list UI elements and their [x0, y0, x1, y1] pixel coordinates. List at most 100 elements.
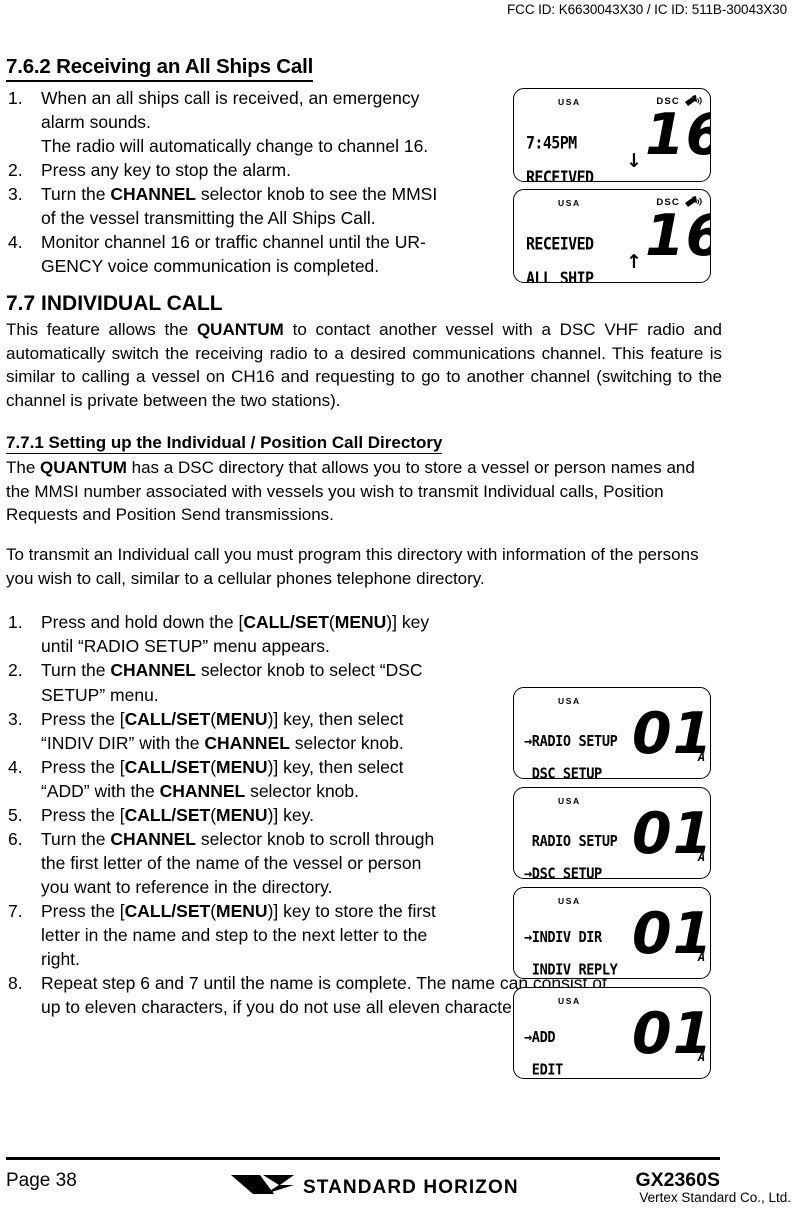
step-item: 1. Press and hold down the [CALL/SET(MEN…	[6, 610, 499, 634]
step-item: right.	[6, 947, 499, 971]
step-number: 6.	[8, 828, 23, 849]
step-number: 1.	[8, 87, 23, 108]
section-7-6-2-steps: 1. When an all ships call is received, a…	[6, 86, 499, 279]
step-text-pre: Turn the	[41, 828, 111, 849]
step-text-pre: “ADD” with the	[41, 780, 160, 801]
vs-chevron-icon	[230, 1172, 296, 1203]
step-text: The radio will automatically change to c…	[41, 135, 429, 156]
lcd-menu-item: DSC SETUP	[524, 764, 602, 779]
lcd-menu-item: RADIO SETUP	[524, 832, 618, 851]
step-item: 5. Press the [CALL/SET(MENU)] key.	[6, 803, 499, 827]
lcd-all-ships-call-2: USA DSC RECEIVED ALL SHIP URGENCY 123456…	[513, 189, 711, 283]
step-text: letter in the name and step to the next …	[41, 925, 428, 946]
lcd-menu-lines: →RADIO SETUP DSC SETUP EXIT	[524, 717, 618, 779]
brand-name: STANDARD HORIZON	[303, 1176, 519, 1198]
lcd-channel-number: 16	[645, 203, 710, 269]
step-text: alarm sounds.	[41, 111, 151, 132]
lcd-dsc-setup-menu: USA RADIO SETUP →DSC SETUP EXIT 01 A	[513, 787, 711, 879]
lcd-usa-indicator: USA	[558, 796, 581, 806]
step-text-pre: Press the [	[41, 804, 125, 825]
lcd-usa-indicator: USA	[558, 97, 581, 107]
fcc-id-header: FCC ID: K6630043X30 / IC ID: 511B-30043X…	[507, 2, 787, 17]
callset-key-label: CALL/SET	[243, 612, 329, 633]
step-item: 1. When an all ships call is received, a…	[6, 86, 499, 110]
step-text: GENCY voice communication is completed.	[41, 255, 380, 276]
step-text: Press any key to stop the alarm.	[41, 159, 291, 180]
model-number: GX2360S	[635, 1169, 720, 1191]
callset-key-label: CALL/SET	[124, 804, 211, 825]
section-7-7-1-paragraph-1: The QUANTUM has a DSC directory that all…	[6, 456, 722, 527]
callset-key-label: CALL/SET	[124, 708, 211, 729]
menu-key-label: MENU	[216, 756, 268, 777]
step-text-post: )] key, then select	[267, 756, 404, 777]
lcd-menu-item-selected: →ADD	[524, 1028, 556, 1047]
channel-knob-label: CHANNEL	[110, 660, 196, 681]
step-number: 4.	[8, 231, 23, 252]
step-item: 2. Turn the CHANNEL selector knob to sel…	[6, 658, 499, 682]
step-text-pre: “INDIV DIR” with the	[41, 732, 205, 753]
menu-key-label: MENU	[334, 612, 387, 633]
step-text: of the vessel transmitting the All Ships…	[41, 207, 376, 228]
step-number: 7.	[8, 901, 23, 922]
step-item: alarm sounds.	[6, 110, 499, 134]
lcd-menu-item: EDIT	[524, 1060, 564, 1079]
step-item: letter in the name and step to the next …	[6, 923, 499, 947]
step-text: you want to reference in the directory.	[41, 877, 333, 898]
step-text-post: )] key.	[267, 804, 314, 825]
paragraph-text-pre: The	[6, 458, 41, 478]
section-7-7-1-steps: 1. Press and hold down the [CALL/SET(MEN…	[6, 610, 607, 1019]
step-text-pre: Press the [	[41, 756, 125, 777]
step-item: you want to reference in the directory.	[6, 875, 499, 899]
callset-key-label: CALL/SET	[124, 756, 211, 777]
channel-knob-label: CHANNEL	[159, 780, 246, 801]
channel-knob-label: CHANNEL	[110, 828, 196, 849]
step-text-post: selector knob to see the MMSI	[195, 183, 438, 204]
quantum-label: QUANTUM	[196, 320, 284, 340]
lcd-line: RECEIVED	[526, 166, 594, 182]
step-item: “ADD” with the CHANNEL selector knob.	[6, 779, 499, 803]
step-item: 3. Turn the CHANNEL selector knob to see…	[6, 182, 499, 206]
lcd-menu-lines: →INDIV DIR INDIV REPLY INDIV ACK INDIV R…	[524, 913, 618, 978]
step-number: 4.	[8, 756, 23, 777]
step-number: 2.	[8, 159, 23, 180]
step-item: until “RADIO SETUP” menu appears.	[6, 634, 499, 658]
lcd-line: RECEIVED	[526, 233, 594, 254]
lcd-all-ships-call-1: USA DSC 7:45PM RECEIVED ALL SHIP URGENCY…	[513, 88, 711, 182]
step-item: of the vessel transmitting the All Ships…	[6, 206, 499, 230]
lcd-channel-suffix: A	[698, 1050, 706, 1064]
step-text-pre: Press the [	[41, 901, 125, 922]
step-text-pre: Turn the	[41, 660, 111, 681]
section-7-7-1-heading: 7.7.1 Setting up the Individual / Positi…	[6, 433, 443, 455]
step-item: 4. Monitor channel 16 or traffic channel…	[6, 230, 499, 254]
lcd-menu-item-selected: →RADIO SETUP	[524, 732, 618, 751]
step-item: 3. Press the [CALL/SET(MENU)] key, then …	[6, 707, 499, 731]
menu-key-label: MENU	[216, 804, 268, 825]
lcd-text-lines: RECEIVED ALL SHIP URGENCY 123456789	[526, 218, 602, 282]
lcd-menu-item-selected: →INDIV DIR	[524, 928, 602, 947]
step-number: 2.	[8, 660, 23, 681]
lcd-channel-suffix: A	[698, 750, 706, 764]
page-footer: Page 38 STANDARD HORIZON GX2360S	[6, 1164, 720, 1210]
step-item: GENCY voice communication is completed.	[6, 254, 499, 278]
step-text: until “RADIO SETUP” menu appears.	[41, 636, 330, 657]
paragraph-text-pre: This feature allows the	[6, 320, 197, 340]
section-7-7-1-paragraph-2: To transmit an Individual call you must …	[6, 545, 699, 588]
menu-key-label: MENU	[216, 708, 268, 729]
footer-divider	[6, 1157, 720, 1160]
step-text-post: )] key, then select	[267, 708, 404, 729]
lcd-channel-suffix: A	[698, 950, 706, 964]
lcd-channel-number: 16	[645, 102, 710, 168]
lcd-indiv-dir-menu: USA →INDIV DIR INDIV REPLY INDIV ACK IND…	[513, 887, 711, 979]
lcd-up-arrow-icon: ↑	[626, 251, 642, 273]
step-item: 4. Press the [CALL/SET(MENU)] key, then …	[6, 755, 499, 779]
step-text-post: selector knob to scroll through	[195, 828, 435, 849]
lcd-menu-lines: RADIO SETUP →DSC SETUP EXIT	[524, 817, 618, 878]
lcd-usa-indicator: USA	[558, 896, 581, 906]
page-number: Page 38	[6, 1170, 77, 1191]
lcd-add-edit-delete-menu: USA →ADD EDIT DELETE EXIT 01 A	[513, 987, 711, 1079]
section-7-7-heading: 7.7 INDIVIDUAL CALL	[6, 292, 223, 316]
quantum-label: QUANTUM	[40, 458, 127, 478]
step-text-post: )] key to store the first	[267, 901, 436, 922]
channel-knob-label: CHANNEL	[110, 183, 196, 204]
step-text-post: selector knob to select “DSC	[195, 660, 423, 681]
